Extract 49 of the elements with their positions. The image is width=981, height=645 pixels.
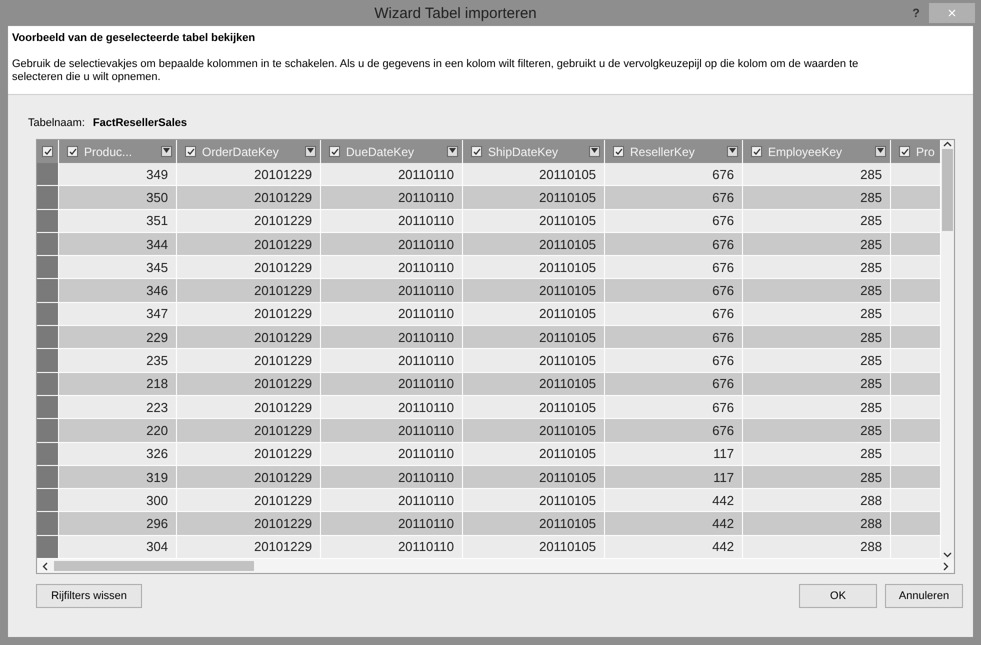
- checkbox[interactable]: [751, 146, 762, 157]
- filter-dropdown-button[interactable]: [447, 146, 458, 157]
- row-selector[interactable]: [37, 326, 59, 350]
- row-selector[interactable]: [37, 536, 59, 560]
- row-selector[interactable]: [37, 489, 59, 512]
- row-selector[interactable]: [37, 419, 59, 443]
- vertical-scrollbar[interactable]: [941, 140, 954, 560]
- row-selector[interactable]: [37, 349, 59, 373]
- table-name-label: Tabelnaam:: [28, 117, 85, 129]
- row-selector[interactable]: [37, 210, 59, 233]
- cancel-button[interactable]: Annuleren: [885, 584, 963, 608]
- ok-button[interactable]: OK: [799, 584, 877, 608]
- table-name-value: FactResellerSales: [92, 117, 188, 129]
- window-title: Wizard Tabel importeren: [373, 4, 538, 22]
- row-selector[interactable]: [37, 372, 59, 396]
- row-selector[interactable]: [37, 279, 59, 303]
- filter-dropdown-button[interactable]: [727, 146, 738, 157]
- page-heading: Voorbeeld van de geselecteerde tabel bekijken: [12, 32, 256, 44]
- checkbox[interactable]: [613, 146, 624, 157]
- checkbox[interactable]: [471, 146, 482, 157]
- scroll-down-icon[interactable]: [943, 550, 952, 560]
- checkbox[interactable]: [67, 146, 78, 157]
- row-selector[interactable]: [37, 396, 59, 420]
- row-selector[interactable]: [37, 232, 59, 256]
- row-selector[interactable]: [37, 512, 59, 536]
- filter-dropdown-button[interactable]: [305, 146, 316, 157]
- row-selector[interactable]: [37, 186, 59, 210]
- checkbox[interactable]: [185, 146, 196, 157]
- row-selector[interactable]: [37, 163, 59, 186]
- scrollbar-thumb[interactable]: [54, 561, 254, 572]
- clear-filters-button[interactable]: Rijfilters wissen: [36, 584, 142, 608]
- row-selector[interactable]: [37, 302, 59, 326]
- filter-dropdown-button[interactable]: [589, 146, 600, 157]
- close-button[interactable]: ×: [929, 3, 975, 23]
- checkbox[interactable]: [42, 146, 53, 157]
- filter-dropdown-button[interactable]: [875, 146, 886, 157]
- filter-dropdown-button[interactable]: [161, 146, 172, 157]
- checkbox[interactable]: [329, 146, 340, 157]
- scrollbar-thumb[interactable]: [942, 149, 953, 231]
- scroll-up-icon[interactable]: [943, 140, 952, 149]
- scroll-left-icon[interactable]: [41, 562, 50, 571]
- row-selector[interactable]: [37, 442, 59, 466]
- scroll-right-icon[interactable]: [941, 562, 950, 571]
- description-text: Gebruik de selectievakjes om bepaalde kolommen in te schakelen. Als u de gegevens in een kolom wilt filteren, gebruikt u de vervolgkeuzepijl op die kolom om de waarden te selecteren die u wilt opnemen.: [12, 58, 860, 84]
- help-button[interactable]: ?: [903, 3, 929, 23]
- row-selector[interactable]: [37, 256, 59, 280]
- checkbox[interactable]: [899, 146, 910, 157]
- horizontal-scrollbar[interactable]: [37, 559, 954, 574]
- row-selector[interactable]: [37, 466, 59, 490]
